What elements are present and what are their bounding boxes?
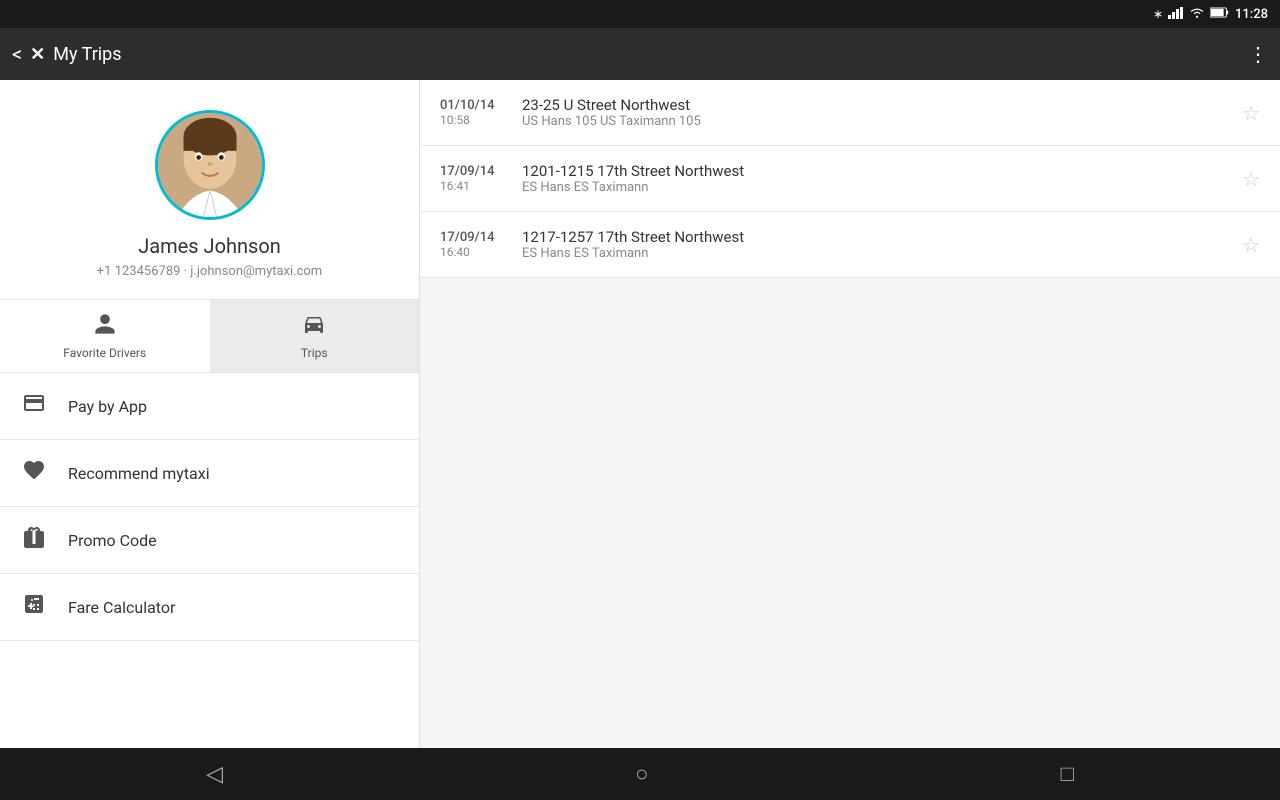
battery-icon — [1210, 7, 1230, 21]
tab-trips[interactable]: Trips — [210, 300, 420, 372]
pay-by-app-icon — [20, 391, 48, 421]
gift-icon — [20, 525, 48, 555]
menu-item-pay-by-app[interactable]: Pay by App — [0, 373, 419, 440]
back-nav-button[interactable]: ◁ — [206, 762, 223, 787]
menu-item-promo-code[interactable]: Promo Code — [0, 507, 419, 574]
trip-driver-3: ES Hans ES Taximann — [522, 246, 1242, 261]
trips-icon — [302, 312, 326, 342]
recents-nav-button[interactable]: □ — [1061, 761, 1074, 787]
trip-date-2: 17/09/14 16:41 — [440, 164, 510, 193]
trip-time-1: 10:58 — [440, 113, 510, 127]
recommend-mytaxi-label: Recommend mytaxi — [68, 464, 210, 483]
tabs: Favorite Drivers Trips — [0, 300, 419, 373]
menu-button[interactable]: ⋮ — [1248, 42, 1268, 66]
trip-details-3: 1217-1257 17th Street Northwest ES Hans … — [510, 228, 1242, 261]
heart-icon — [20, 458, 48, 488]
trip-driver-2: ES Hans ES Taximann — [522, 180, 1242, 195]
time-display: 11:28 — [1235, 7, 1268, 22]
main-content: James Johnson +1 123456789 · j.johnson@m… — [0, 80, 1280, 748]
wifi-icon — [1189, 7, 1205, 22]
trip-time-3: 16:40 — [440, 245, 510, 259]
right-panel: 01/10/14 10:58 23-25 U Street Northwest … — [420, 80, 1280, 748]
favorite-drivers-icon — [93, 312, 117, 342]
trip-address-1: 23-25 U Street Northwest — [522, 96, 1242, 114]
trip-date-3: 17/09/14 16:40 — [440, 230, 510, 259]
trip-time-2: 16:41 — [440, 179, 510, 193]
status-icons: ∗ 11:28 — [1153, 7, 1268, 22]
top-bar: < ✕ My Trips ⋮ — [0, 28, 1280, 80]
menu-item-fare-calculator[interactable]: Fare Calculator — [0, 574, 419, 641]
pay-by-app-label: Pay by App — [68, 397, 147, 416]
status-bar: ∗ 11:28 — [0, 0, 1280, 28]
trip-date-1: 01/10/14 10:58 — [440, 98, 510, 127]
signal-icon — [1168, 7, 1184, 22]
bluetooth-icon: ∗ — [1153, 7, 1163, 21]
calculator-icon — [20, 592, 48, 622]
tab-favorite-drivers[interactable]: Favorite Drivers — [0, 300, 210, 372]
trip-date-main-2: 17/09/14 — [440, 164, 510, 179]
trip-date-main-1: 01/10/14 — [440, 98, 510, 113]
trip-details-1: 23-25 U Street Northwest US Hans 105 US … — [510, 96, 1242, 129]
menu-item-recommend-mytaxi[interactable]: Recommend mytaxi — [0, 440, 419, 507]
trip-star-1[interactable]: ☆ — [1242, 101, 1260, 125]
app-logo: ✕ — [30, 44, 45, 65]
trip-item[interactable]: 17/09/14 16:40 1217-1257 17th Street Nor… — [420, 212, 1280, 278]
back-button[interactable]: < — [12, 42, 22, 66]
avatar-image — [158, 113, 262, 217]
trip-item[interactable]: 17/09/14 16:41 1201-1215 17th Street Nor… — [420, 146, 1280, 212]
page-title: My Trips — [53, 44, 121, 65]
left-panel: James Johnson +1 123456789 · j.johnson@m… — [0, 80, 420, 748]
profile-info: +1 123456789 · j.johnson@mytaxi.com — [97, 264, 322, 279]
home-nav-button[interactable]: ○ — [635, 761, 648, 787]
trip-address-2: 1201-1215 17th Street Northwest — [522, 162, 1242, 180]
trip-star-2[interactable]: ☆ — [1242, 167, 1260, 191]
avatar — [155, 110, 265, 220]
promo-code-label: Promo Code — [68, 531, 157, 550]
profile-section: James Johnson +1 123456789 · j.johnson@m… — [0, 80, 419, 300]
trip-details-2: 1201-1215 17th Street Northwest ES Hans … — [510, 162, 1242, 195]
profile-name: James Johnson — [138, 234, 281, 258]
tab-trips-label: Trips — [301, 346, 328, 360]
trip-item[interactable]: 01/10/14 10:58 23-25 U Street Northwest … — [420, 80, 1280, 146]
fare-calculator-label: Fare Calculator — [68, 598, 175, 617]
trip-address-3: 1217-1257 17th Street Northwest — [522, 228, 1242, 246]
trip-driver-1: US Hans 105 US Taximann 105 — [522, 114, 1242, 129]
trip-star-3[interactable]: ☆ — [1242, 233, 1260, 257]
tab-favorite-drivers-label: Favorite Drivers — [63, 346, 146, 360]
trip-date-main-3: 17/09/14 — [440, 230, 510, 245]
bottom-nav: ◁ ○ □ — [0, 748, 1280, 800]
